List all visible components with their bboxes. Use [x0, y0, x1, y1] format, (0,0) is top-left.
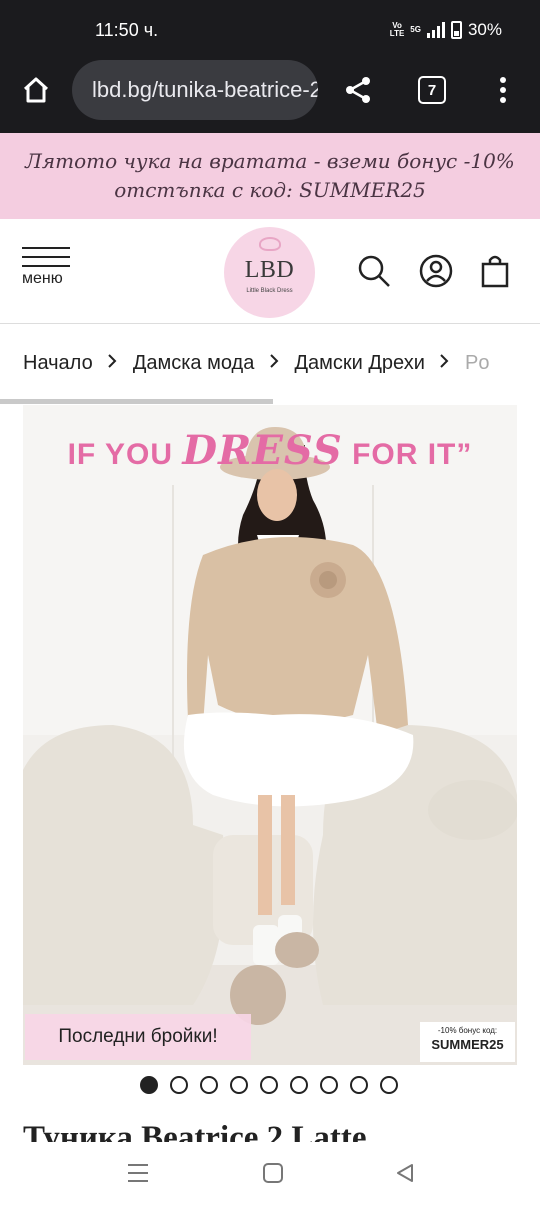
image-promo-code: -10% бонус код: SUMMER25 [420, 1022, 515, 1062]
breadcrumb-womens-clothing[interactable]: Дамски Дрехи [294, 352, 424, 375]
breadcrumb-scrollbar [0, 399, 273, 404]
volte-bottom: LTE [389, 29, 405, 38]
search-icon[interactable] [356, 253, 392, 289]
five-g-indicator: 5G [410, 26, 421, 34]
product-image[interactable]: IF YOU DRESS FOR IT” Последни бройки! -1… [23, 405, 517, 1065]
image-headline-pre: IF YOU [67, 438, 174, 471]
carousel-dot[interactable] [380, 1076, 398, 1094]
carousel-dot[interactable] [350, 1076, 368, 1094]
status-bar: 11:50 ч. Vo LTE 5G 30% [0, 0, 540, 60]
image-promo-code-text: SUMMER25 [431, 1037, 504, 1052]
promo-banner[interactable]: Лятото чука на вратата - вземи бонус -10… [0, 133, 540, 219]
product-title: Туника Beatrice 2 Latte [23, 1120, 367, 1144]
share-button[interactable] [338, 72, 378, 108]
breadcrumb-current[interactable]: Po [465, 352, 489, 375]
browser-menu-button[interactable] [488, 72, 518, 108]
signal-icon [426, 22, 445, 38]
volte-indicator: Vo LTE [390, 22, 405, 38]
carousel-dot[interactable] [170, 1076, 188, 1094]
menu-line [22, 265, 70, 267]
logo-text: LBD [244, 257, 295, 283]
back-icon[interactable] [394, 1162, 416, 1184]
menu-label: меню [22, 270, 63, 287]
image-promo-note: -10% бонус код: [437, 1026, 498, 1035]
url-text: lbd.bg/tunika-beatrice-2-latte [92, 77, 318, 102]
more-vertical-icon [500, 77, 506, 103]
carousel-dot[interactable] [320, 1076, 338, 1094]
promo-line-2: отстъпка с код: SUMMER25 [114, 178, 426, 202]
battery-icon [450, 21, 462, 39]
promo-line-1: Лятото чука на вратата - вземи бонус -10… [25, 149, 515, 173]
site-header: меню LBD Little Black Dress [0, 219, 540, 324]
site-logo[interactable]: LBD Little Black Dress [224, 227, 315, 318]
cart-icon[interactable] [480, 253, 510, 289]
carousel-dot[interactable] [260, 1076, 278, 1094]
home-nav-icon[interactable] [262, 1162, 284, 1184]
breadcrumb: Начало Дамска мода Дамски Дрехи Po [0, 324, 540, 404]
carousel-dots [140, 1076, 398, 1094]
carousel-dot[interactable] [230, 1076, 248, 1094]
tab-switcher-button[interactable]: 7 [412, 72, 452, 108]
breadcrumb-womens-fashion[interactable]: Дамска мода [133, 352, 255, 375]
last-items-badge: Последни бройки! [25, 1014, 251, 1060]
image-headline: IF YOU DRESS FOR IT” [23, 405, 517, 485]
carousel-dot[interactable] [140, 1076, 158, 1094]
carousel-dot[interactable] [200, 1076, 218, 1094]
browser-toolbar: lbd.bg/tunika-beatrice-2-latte 7 [0, 60, 540, 133]
home-icon [23, 77, 49, 103]
menu-button[interactable]: меню [22, 247, 76, 301]
breadcrumb-home[interactable]: Начало [23, 352, 93, 375]
status-indicators: Vo LTE 5G 30% [390, 20, 502, 40]
menu-line [22, 247, 70, 249]
home-button[interactable] [14, 71, 58, 109]
status-time: 11:50 ч. [95, 20, 159, 40]
bow-icon [259, 237, 281, 251]
chevron-right-icon [270, 354, 279, 368]
carousel-dot[interactable] [290, 1076, 308, 1094]
menu-line [22, 256, 70, 258]
battery-percent: 30% [467, 20, 502, 39]
chevron-right-icon [108, 354, 117, 368]
image-headline-post: FOR IT” [352, 438, 473, 471]
share-icon [346, 77, 370, 103]
system-nav-bar [0, 1142, 540, 1206]
recent-apps-icon[interactable] [126, 1162, 150, 1184]
image-headline-dress: DRESS [182, 427, 343, 474]
five-g-label: 5G [410, 25, 421, 34]
chevron-right-icon [440, 354, 449, 368]
account-icon[interactable] [418, 253, 454, 289]
logo-subtext: Little Black Dress [246, 288, 293, 294]
header-actions [356, 253, 510, 289]
product-photo [23, 405, 517, 1065]
address-bar[interactable]: lbd.bg/tunika-beatrice-2-latte [72, 60, 318, 120]
tab-count: 7 [418, 76, 446, 104]
